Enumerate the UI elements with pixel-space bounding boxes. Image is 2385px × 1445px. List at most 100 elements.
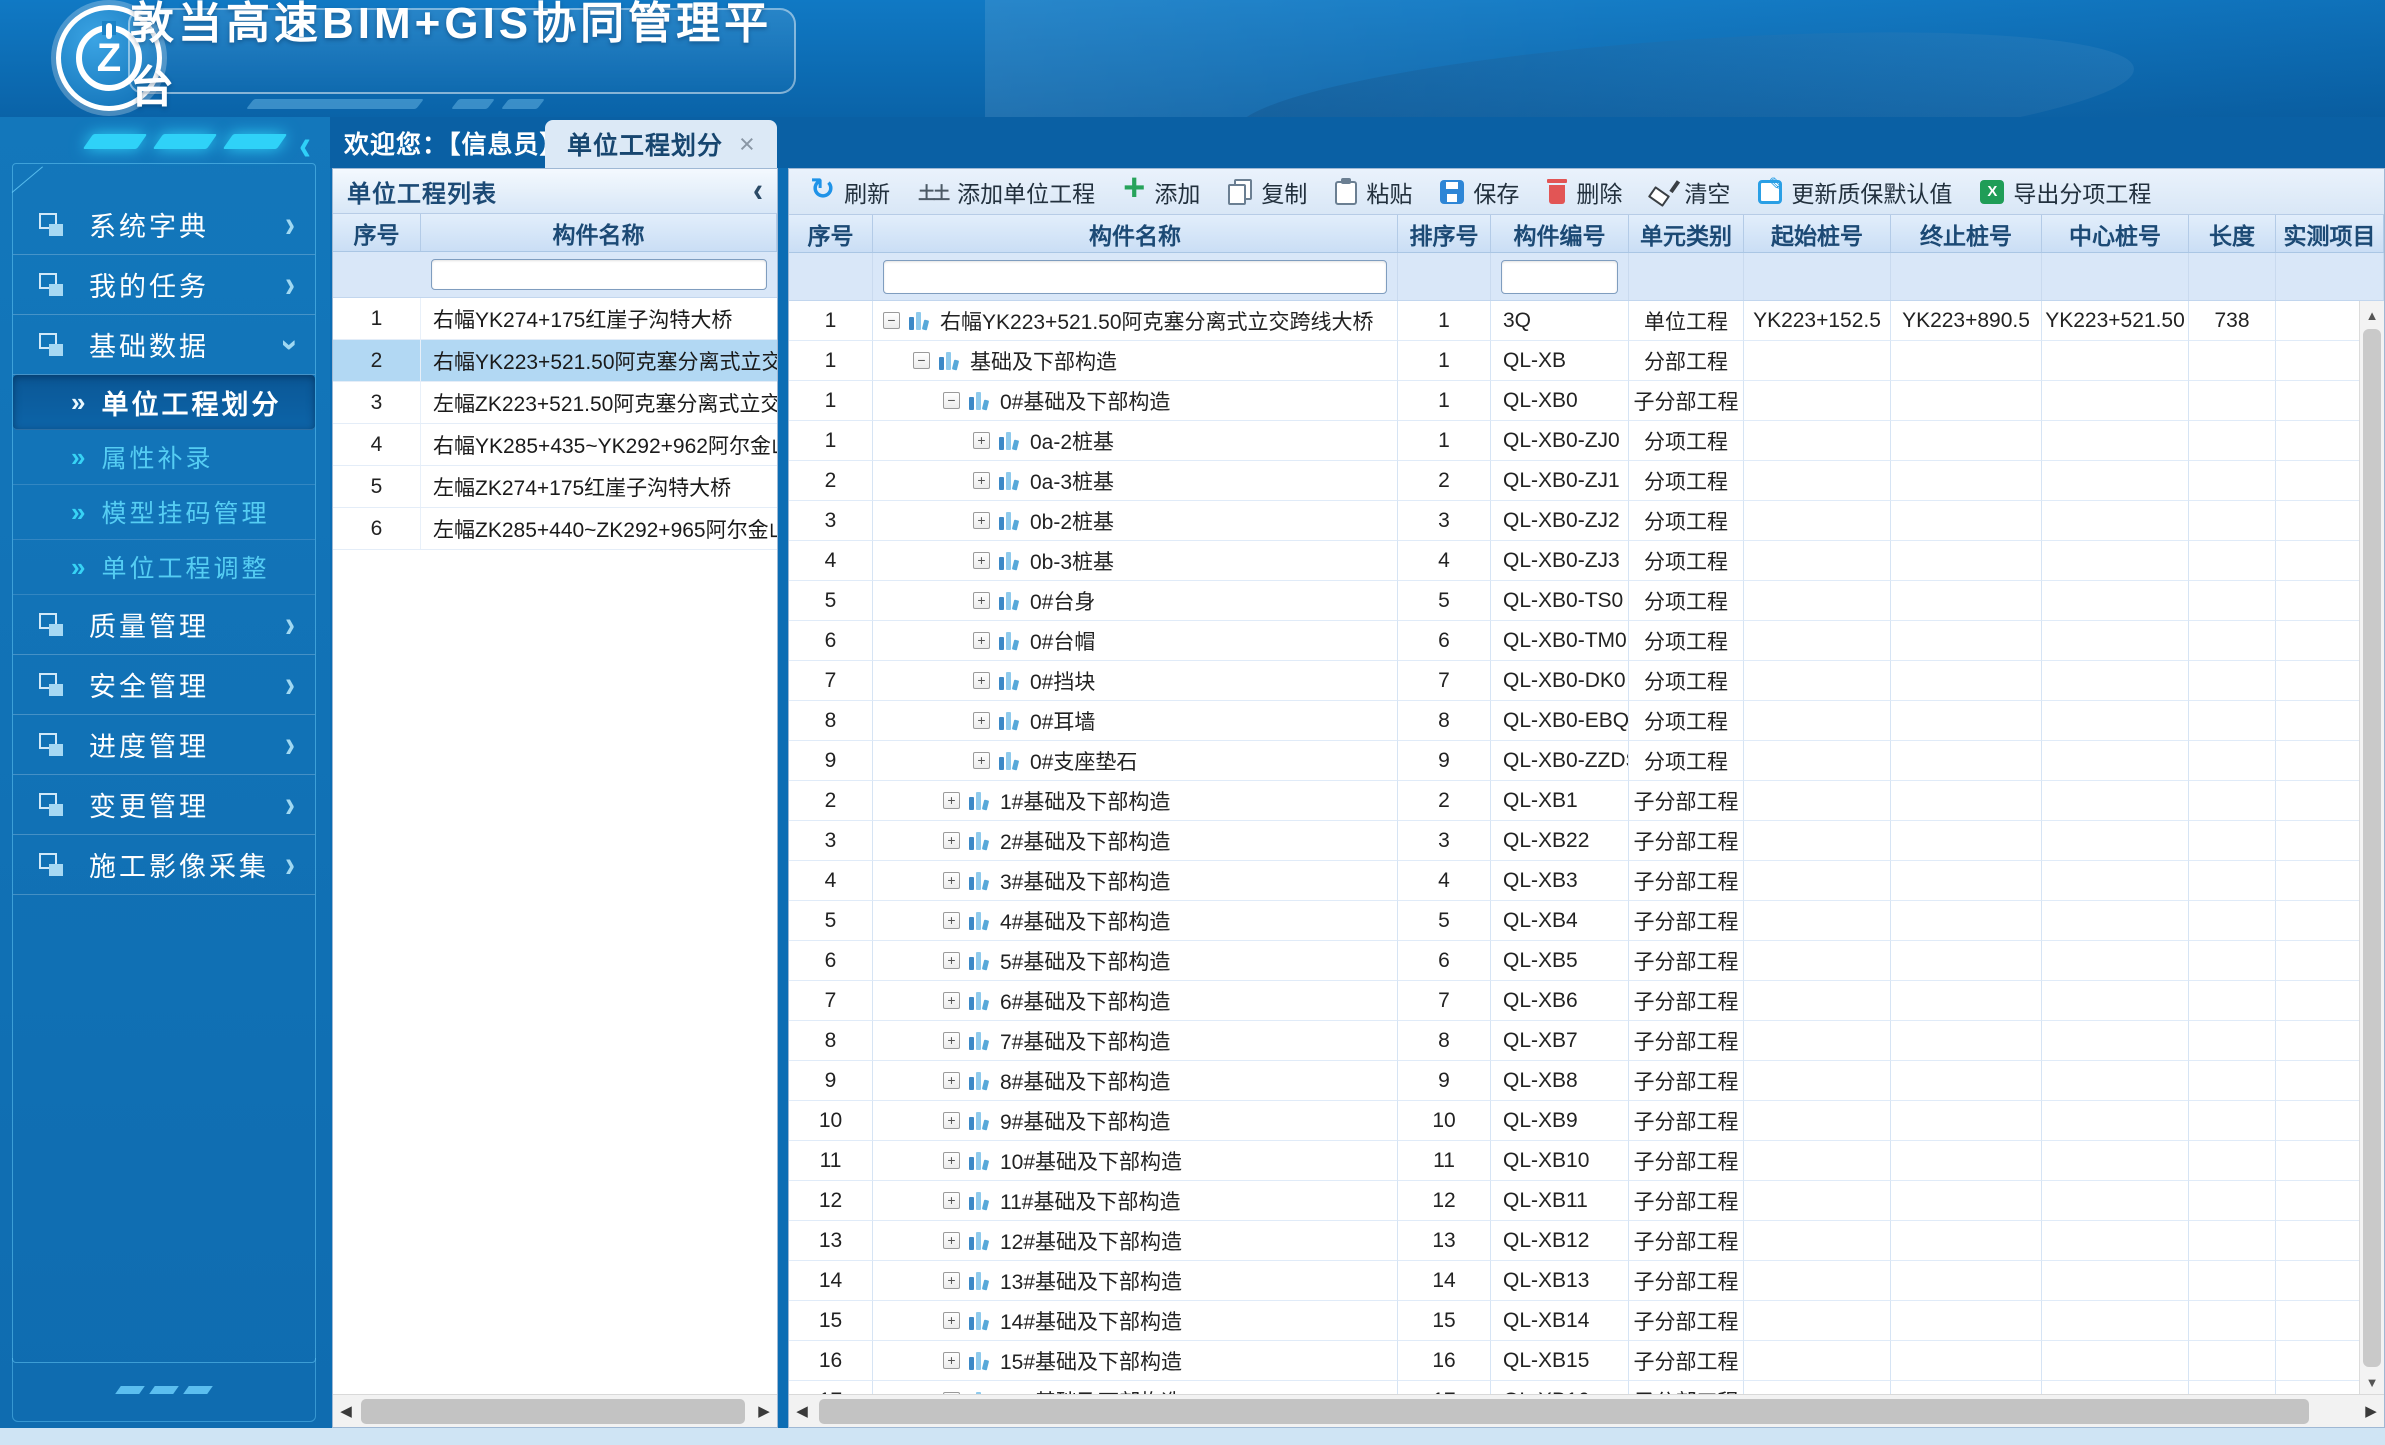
save-button[interactable]: 保存 — [1429, 172, 1530, 212]
tree-table-row[interactable]: 16+15#基础及下部构造16QL-XB15子分部工程 — [789, 1341, 2361, 1381]
tree-table-row[interactable]: 8+7#基础及下部构造8QL-XB7子分部工程 — [789, 1021, 2361, 1061]
scroll-right-icon[interactable]: ▶ — [2358, 1395, 2384, 1427]
expand-node-icon[interactable]: + — [973, 472, 990, 489]
tree-table-row[interactable]: 6+0#台帽6QL-XB0-TM0分项工程 — [789, 621, 2361, 661]
unit-list-row[interactable]: 2右幅YK223+521.50阿克塞分离式立交跨线大桥 — [333, 340, 777, 382]
expand-node-icon[interactable]: + — [943, 792, 960, 809]
expand-node-icon[interactable]: + — [943, 1352, 960, 1369]
tree-table-row[interactable]: 7+6#基础及下部构造7QL-XB6子分部工程 — [789, 981, 2361, 1021]
expand-node-icon[interactable]: + — [943, 1032, 960, 1049]
tree-table-row[interactable]: 4+0b-3桩基4QL-XB0-ZJ3分项工程 — [789, 541, 2361, 581]
collapse-node-icon[interactable]: − — [943, 392, 960, 409]
tab-unit-project-division[interactable]: 单位工程划分 × — [545, 120, 777, 168]
scroll-up-icon[interactable]: ▲ — [2360, 303, 2384, 327]
hscroll-thumb[interactable] — [819, 1399, 2309, 1424]
sidebar-item-change-management[interactable]: 变更管理› — [13, 775, 315, 835]
panel-collapse-icon[interactable]: ‹ — [753, 171, 763, 210]
tree-table-row[interactable]: 13+12#基础及下部构造13QL-XB12子分部工程 — [789, 1221, 2361, 1261]
sidebar-item-base-data[interactable]: 基础数据› — [13, 315, 315, 375]
expand-node-icon[interactable]: + — [973, 712, 990, 729]
expand-node-icon[interactable]: + — [973, 552, 990, 569]
expand-node-icon[interactable]: + — [943, 1072, 960, 1089]
scroll-down-icon[interactable]: ▼ — [2360, 1370, 2384, 1394]
tree-table-row[interactable]: 6+5#基础及下部构造6QL-XB5子分部工程 — [789, 941, 2361, 981]
refresh-button[interactable]: 刷新 — [799, 172, 901, 212]
component-code-filter-input[interactable] — [1501, 260, 1618, 294]
tree-table-row[interactable]: 1−0#基础及下部构造1QL-XB0子分部工程 — [789, 381, 2361, 421]
sidebar-item-system-dict[interactable]: 系统字典› — [13, 195, 315, 255]
unit-list-row[interactable]: 4右幅YK285+435~YK292+962阿尔金山特长隧道 — [333, 424, 777, 466]
collapse-node-icon[interactable]: − — [883, 312, 900, 329]
delete-button[interactable]: 删除 — [1536, 172, 1633, 212]
tab-close-icon[interactable]: × — [739, 131, 755, 158]
sidebar-subitem-attribute-supplement[interactable]: »属性补录 — [13, 430, 315, 485]
sidebar-subitem-model-code-management[interactable]: »模型挂码管理 — [13, 485, 315, 540]
expand-node-icon[interactable]: + — [973, 672, 990, 689]
expand-node-icon[interactable]: + — [943, 1112, 960, 1129]
clear-button[interactable]: 清空 — [1639, 172, 1741, 212]
vscroll-thumb[interactable] — [2363, 329, 2381, 1367]
sidebar-item-progress-management[interactable]: 进度管理› — [13, 715, 315, 775]
copy-button[interactable]: 复制 — [1217, 172, 1318, 212]
expand-node-icon[interactable]: + — [943, 832, 960, 849]
unit-name-filter-input[interactable] — [431, 259, 767, 290]
hscroll-thumb[interactable] — [361, 1399, 745, 1424]
tree-table-row[interactable]: 4+3#基础及下部构造4QL-XB3子分部工程 — [789, 861, 2361, 901]
expand-node-icon[interactable]: + — [973, 632, 990, 649]
expand-node-icon[interactable]: + — [973, 752, 990, 769]
add-unit-project-button[interactable]: 添加单位工程 — [907, 172, 1106, 212]
expand-node-icon[interactable]: + — [943, 872, 960, 889]
expand-node-icon[interactable]: + — [973, 592, 990, 609]
expand-node-icon[interactable]: + — [973, 512, 990, 529]
tree-table-row[interactable]: 3+0b-2桩基3QL-XB0-ZJ2分项工程 — [789, 501, 2361, 541]
expand-node-icon[interactable]: + — [943, 1192, 960, 1209]
add-button[interactable]: 添加 — [1112, 172, 1211, 212]
paste-button[interactable]: 粘贴 — [1324, 172, 1423, 212]
unit-list-row[interactable]: 5左幅ZK274+175红崖子沟特大桥 — [333, 466, 777, 508]
unit-list-row[interactable]: 6左幅ZK285+440~ZK292+965阿尔金山特长隧道 — [333, 508, 777, 550]
expand-node-icon[interactable]: + — [943, 952, 960, 969]
tree-table-row[interactable]: 14+13#基础及下部构造14QL-XB13子分部工程 — [789, 1261, 2361, 1301]
tree-table-row[interactable]: 12+11#基础及下部构造12QL-XB11子分部工程 — [789, 1181, 2361, 1221]
sidebar-subitem-unit-project-adjust[interactable]: »单位工程调整 — [13, 540, 315, 595]
scroll-left-icon[interactable]: ◀ — [789, 1395, 815, 1427]
tree-table-row[interactable]: 7+0#挡块7QL-XB0-DK0分项工程 — [789, 661, 2361, 701]
scroll-left-icon[interactable]: ◀ — [333, 1395, 359, 1427]
unit-list-row[interactable]: 1右幅YK274+175红崖子沟特大桥 — [333, 298, 777, 340]
sidebar-item-safety-management[interactable]: 安全管理› — [13, 655, 315, 715]
tree-table-row[interactable]: 2+1#基础及下部构造2QL-XB1子分部工程 — [789, 781, 2361, 821]
tree-table-row[interactable]: 3+2#基础及下部构造3QL-XB22子分部工程 — [789, 821, 2361, 861]
export-subitem-button[interactable]: 导出分项工程 — [1969, 172, 2162, 212]
tree-table-row[interactable]: 1−基础及下部构造1QL-XB分部工程 — [789, 341, 2361, 381]
sidebar-item-construction-image-capture[interactable]: 施工影像采集› — [13, 835, 315, 895]
unit-list-row[interactable]: 3左幅ZK223+521.50阿克塞分离式立交跨线大桥 — [333, 382, 777, 424]
expand-node-icon[interactable]: + — [943, 1312, 960, 1329]
expand-node-icon[interactable]: + — [943, 1232, 960, 1249]
tree-table-row[interactable]: 1+0a-2桩基1QL-XB0-ZJ0分项工程 — [789, 421, 2361, 461]
expand-node-icon[interactable]: + — [943, 1272, 960, 1289]
scroll-right-icon[interactable]: ▶ — [751, 1395, 777, 1427]
expand-node-icon[interactable]: + — [943, 992, 960, 1009]
sidebar-subitem-unit-project-division[interactable]: »单位工程划分 — [13, 375, 315, 430]
tree-table-row[interactable]: 1−右幅YK223+521.50阿克塞分离式立交跨线大桥13Q单位工程YK223… — [789, 301, 2361, 341]
expand-node-icon[interactable]: + — [943, 912, 960, 929]
tree-table-row[interactable]: 5+4#基础及下部构造5QL-XB4子分部工程 — [789, 901, 2361, 941]
expand-node-icon[interactable]: + — [973, 432, 990, 449]
tree-table-row[interactable]: 2+0a-3桩基2QL-XB0-ZJ1分项工程 — [789, 461, 2361, 501]
component-name-filter-input[interactable] — [883, 260, 1387, 294]
sidebar-item-my-tasks[interactable]: 我的任务› — [13, 255, 315, 315]
sidebar-collapse-icon[interactable]: ‹ — [299, 120, 311, 170]
tree-table-row[interactable]: 8+0#耳墙8QL-XB0-EBQ0分项工程 — [789, 701, 2361, 741]
tree-table-row[interactable]: 9+0#支座垫石9QL-XB0-ZZDS0分项工程 — [789, 741, 2361, 781]
tree-table-row[interactable]: 15+14#基础及下部构造15QL-XB14子分部工程 — [789, 1301, 2361, 1341]
tree-table-row[interactable]: 10+9#基础及下部构造10QL-XB9子分部工程 — [789, 1101, 2361, 1141]
tree-table-row[interactable]: 11+10#基础及下部构造11QL-XB10子分部工程 — [789, 1141, 2361, 1181]
update-qa-default-button[interactable]: 更新质保默认值 — [1747, 172, 1963, 212]
tree-table-row[interactable]: 5+0#台身5QL-XB0-TS0分项工程 — [789, 581, 2361, 621]
collapse-node-icon[interactable]: − — [913, 352, 930, 369]
bar — [939, 357, 944, 370]
row-serial-no: 15 — [789, 1301, 873, 1341]
expand-node-icon[interactable]: + — [943, 1152, 960, 1169]
tree-table-row[interactable]: 9+8#基础及下部构造9QL-XB8子分部工程 — [789, 1061, 2361, 1101]
sidebar-item-quality-management[interactable]: 质量管理› — [13, 595, 315, 655]
